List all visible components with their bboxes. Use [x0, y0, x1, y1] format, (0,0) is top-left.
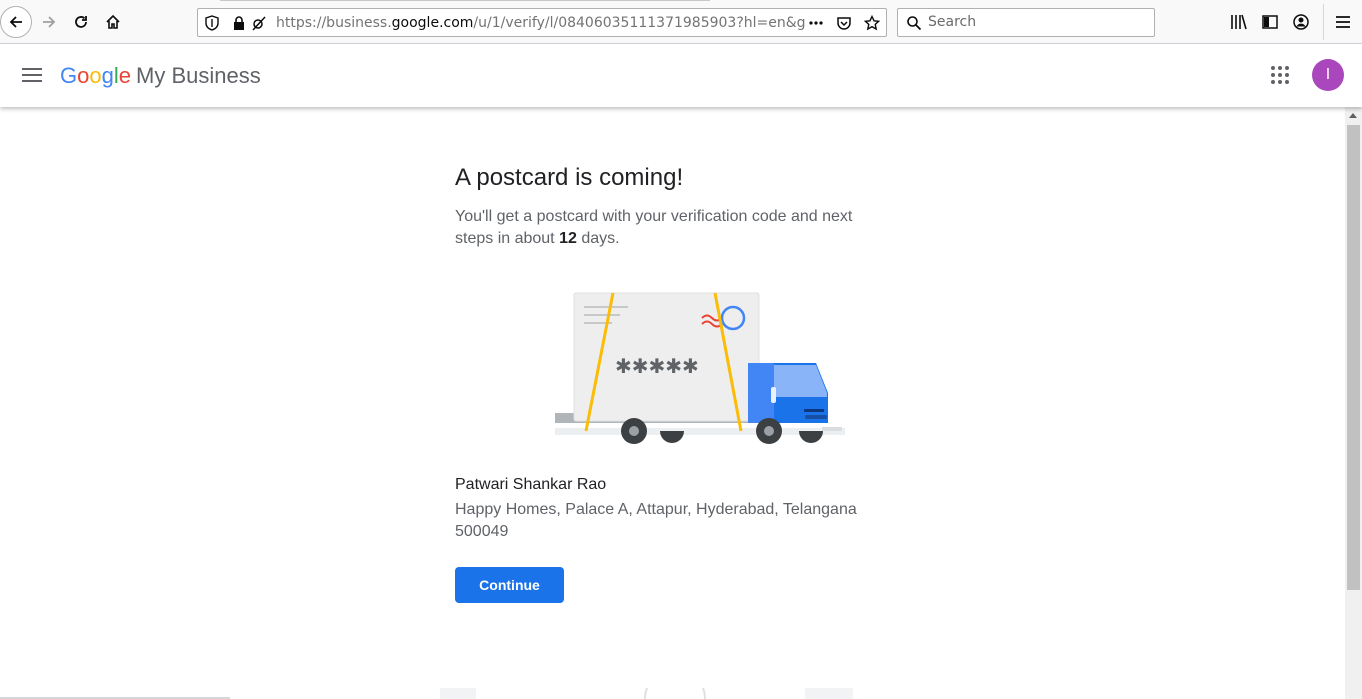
arrow-right-icon	[43, 16, 56, 28]
reload-icon	[75, 16, 87, 28]
tab-strip-edge	[220, 0, 710, 2]
app-header: Google My Business I	[0, 44, 1362, 107]
menu-icon[interactable]	[1334, 13, 1352, 31]
scroll-up-arrow-icon[interactable]	[1349, 113, 1357, 118]
sidebar-icon[interactable]	[1261, 13, 1279, 31]
main-menu-button[interactable]	[22, 68, 42, 84]
page-subtitle: You'll get a postcard with your verifica…	[455, 208, 853, 247]
page-footer-hint	[440, 688, 853, 699]
search-input[interactable]	[928, 14, 1138, 30]
home-button[interactable]	[97, 6, 129, 38]
home-icon	[106, 14, 120, 29]
permissions-icon[interactable]	[251, 15, 267, 31]
postcard-code: ✱✱✱✱✱	[615, 354, 699, 378]
arrow-left-icon	[9, 16, 22, 28]
url-bar[interactable]: https://business.google.com/u/1/verify/l…	[197, 8, 887, 37]
bookmark-star-icon[interactable]	[864, 15, 880, 31]
days-count: 12	[559, 230, 577, 247]
reload-button[interactable]	[65, 6, 97, 38]
business-name: Patwari Shankar Rao	[455, 476, 607, 493]
pocket-icon[interactable]	[836, 15, 852, 31]
business-address: Happy Homes, Palace A, Attapur, Hyderaba…	[455, 501, 857, 540]
url-text[interactable]: https://business.google.com/u/1/verify/l…	[276, 15, 806, 31]
google-apps-icon[interactable]	[1271, 66, 1289, 84]
library-icon[interactable]	[1229, 13, 1247, 31]
toolbar-divider	[1323, 4, 1324, 40]
google-my-business-logo[interactable]: Google My Business	[60, 63, 261, 89]
tracking-protection-icon[interactable]	[204, 15, 220, 31]
page-actions-icon[interactable]	[808, 15, 824, 31]
avatar[interactable]: I	[1312, 59, 1344, 91]
back-button[interactable]	[0, 6, 32, 38]
logo-product-name: My Business	[136, 63, 261, 88]
hamburger-line	[22, 80, 42, 82]
browser-search-box[interactable]	[897, 8, 1155, 37]
hamburger-line	[22, 74, 42, 76]
forward-button[interactable]	[33, 6, 65, 38]
postcard-truck-illustration: ✱✱✱✱✱	[555, 292, 845, 444]
search-icon	[907, 16, 922, 31]
browser-toolbar: https://business.google.com/u/1/verify/l…	[0, 0, 1362, 44]
hamburger-line	[22, 68, 42, 70]
page-title: A postcard is coming!	[455, 164, 684, 191]
account-icon[interactable]	[1292, 13, 1310, 31]
lock-icon[interactable]	[231, 15, 247, 31]
scroll-thumb[interactable]	[1347, 125, 1360, 590]
page-scrollbar[interactable]	[1345, 107, 1362, 699]
continue-button[interactable]: Continue	[455, 567, 564, 603]
